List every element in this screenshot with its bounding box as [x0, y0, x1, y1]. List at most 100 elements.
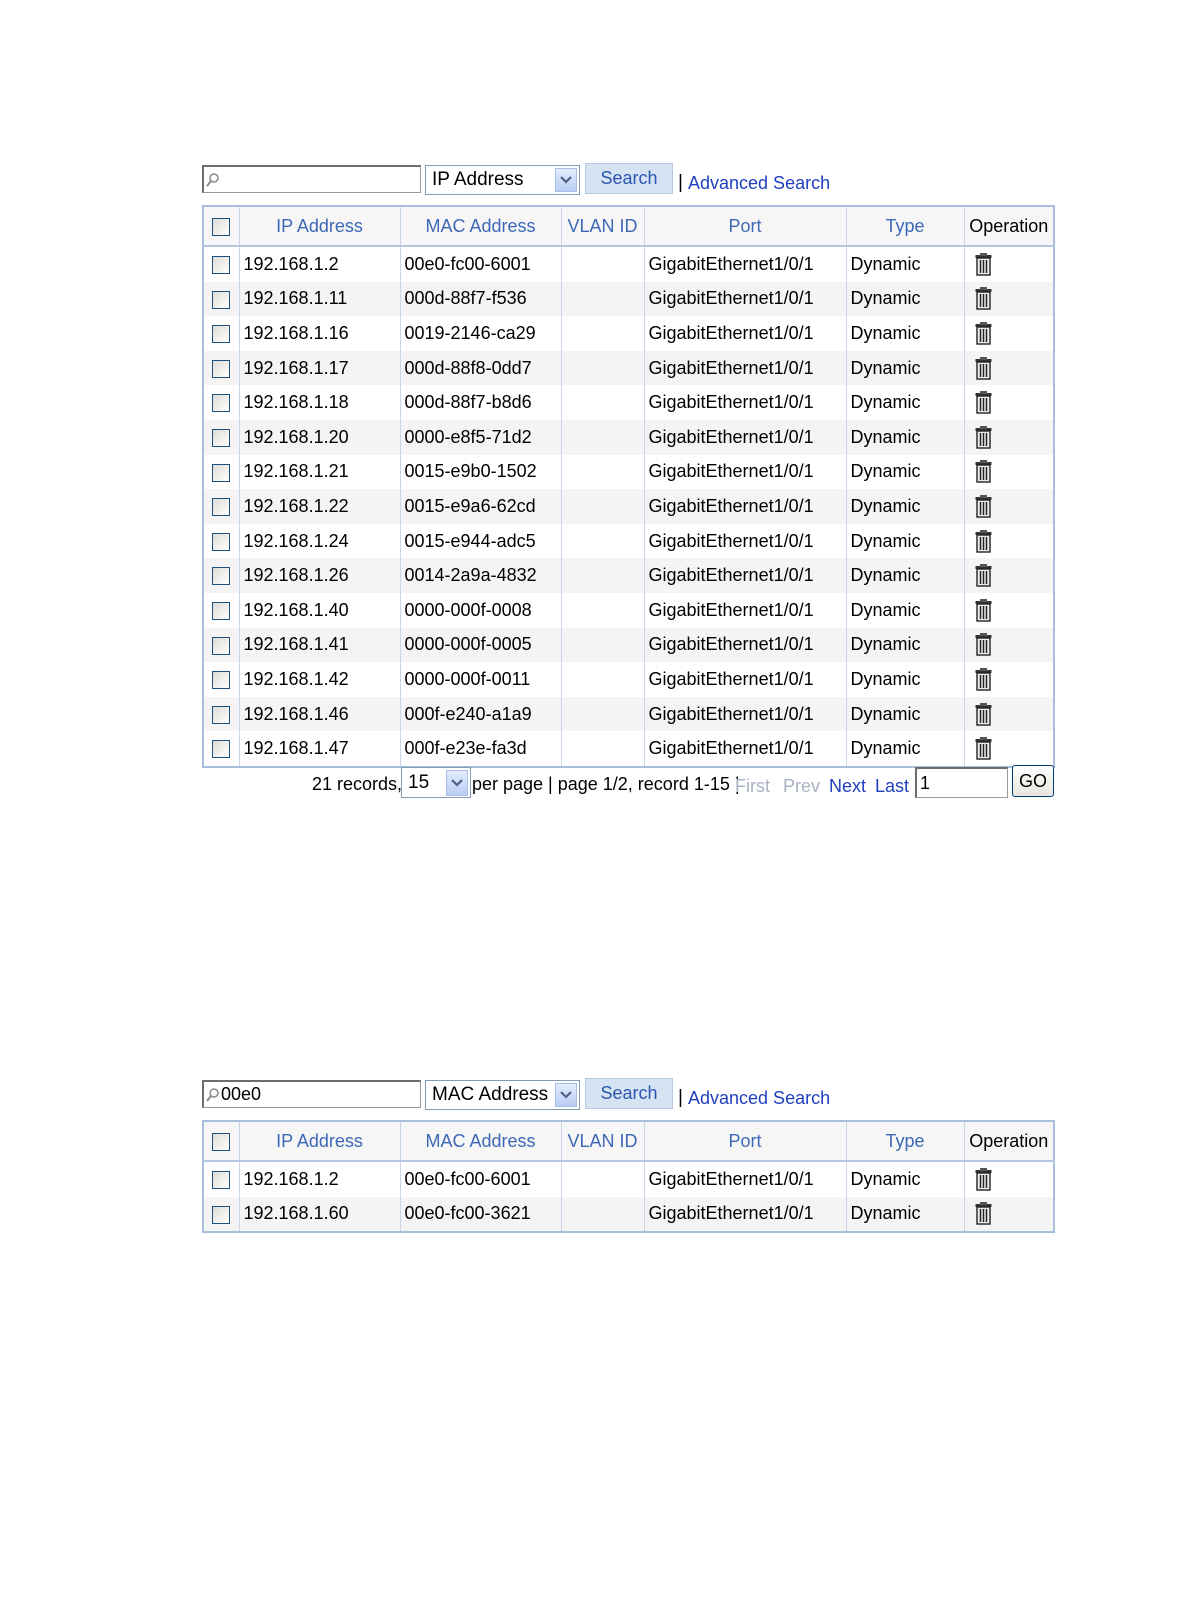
trash-icon[interactable]: [975, 1202, 1054, 1226]
type-cell: Dynamic: [846, 696, 965, 732]
column-header-ip[interactable]: IP Address: [239, 1121, 401, 1162]
row-checkbox[interactable]: [212, 256, 231, 275]
magnifier-icon: [206, 1087, 219, 1102]
chevron-down-icon[interactable]: [446, 769, 468, 796]
search-input-box[interactable]: [202, 165, 421, 193]
advanced-search-link[interactable]: Advanced Search: [688, 173, 830, 194]
table-row: 192.168.1.22 0015-e9a6-62cd GigabitEtherne…: [203, 489, 1055, 524]
column-header-type[interactable]: Type: [846, 206, 965, 247]
advanced-search-link[interactable]: Advanced Search: [688, 1088, 830, 1109]
vlan-id-cell: [561, 454, 645, 490]
trash-icon[interactable]: [975, 321, 1054, 345]
row-checkbox[interactable]: [212, 290, 231, 309]
operation-cell: [964, 558, 1055, 593]
row-checkbox[interactable]: [212, 463, 231, 482]
search-field-select[interactable]: IP Address: [425, 165, 580, 195]
trash-icon[interactable]: [975, 391, 1054, 414]
row-select-cell: [203, 523, 240, 559]
go-button[interactable]: GO: [1012, 765, 1054, 797]
row-checkbox[interactable]: [212, 394, 231, 413]
vlan-id-cell: [561, 419, 645, 455]
ip-address-cell: 192.168.1.26: [239, 558, 401, 593]
mac-address-cell: 000d-88f8-0dd7: [400, 350, 562, 386]
row-checkbox[interactable]: [212, 567, 231, 586]
row-checkbox[interactable]: [212, 671, 231, 690]
trash-icon[interactable]: [975, 252, 1054, 276]
port-cell: GigabitEthernet1/0/1: [644, 1196, 847, 1233]
row-checkbox[interactable]: [212, 601, 231, 620]
row-checkbox[interactable]: [212, 325, 231, 344]
column-header-ip[interactable]: IP Address: [239, 206, 401, 247]
row-checkbox[interactable]: [212, 1171, 231, 1190]
column-header-vlan[interactable]: VLAN ID: [561, 206, 645, 247]
trash-icon[interactable]: [975, 494, 1054, 518]
mac-address-cell: 00e0-fc00-6001: [400, 1161, 562, 1197]
next-page-link[interactable]: Next: [829, 776, 866, 797]
table-row: 192.168.1.24 0015-e944-adc5 GigabitEtherne…: [203, 523, 1055, 559]
mac-address-cell: 000d-88f7-b8d6: [400, 385, 562, 420]
ip-address-cell: 192.168.1.2: [239, 246, 401, 282]
row-checkbox[interactable]: [212, 532, 231, 551]
arp-table: IP Address MAC Address VLAN ID Port Type…: [202, 205, 1055, 768]
column-header-mac[interactable]: MAC Address: [400, 1121, 562, 1162]
type-cell: Dynamic: [846, 731, 965, 767]
trash-icon[interactable]: [975, 667, 1054, 691]
row-checkbox[interactable]: [212, 705, 231, 724]
vlan-id-cell: [561, 489, 645, 524]
trash-icon[interactable]: [975, 598, 1054, 622]
column-header-port[interactable]: Port: [644, 1121, 847, 1162]
operation-cell: [964, 489, 1055, 524]
vlan-id-cell: [561, 662, 645, 697]
trash-icon[interactable]: [975, 1167, 1054, 1191]
column-header-port[interactable]: Port: [644, 206, 847, 247]
column-header-vlan[interactable]: VLAN ID: [561, 1121, 645, 1162]
trash-icon[interactable]: [975, 529, 1054, 553]
trash-icon[interactable]: [975, 287, 1054, 311]
search-input-box[interactable]: [202, 1080, 421, 1108]
last-page-link[interactable]: Last: [875, 776, 909, 797]
vlan-id-cell: [561, 281, 645, 317]
row-checkbox[interactable]: [212, 359, 231, 378]
row-checkbox[interactable]: [212, 636, 231, 655]
row-checkbox[interactable]: [212, 1205, 231, 1224]
row-checkbox[interactable]: [212, 429, 231, 448]
row-checkbox[interactable]: [212, 740, 231, 759]
operation-cell: [964, 627, 1055, 663]
select-all-checkbox[interactable]: [212, 1132, 231, 1151]
port-cell: GigabitEthernet1/0/1: [644, 350, 847, 386]
type-cell: Dynamic: [846, 627, 965, 663]
trash-icon[interactable]: [975, 425, 1054, 449]
table-row: 192.168.1.18 000d-88f7-b8d6 GigabitEtherne…: [203, 385, 1055, 420]
row-select-cell: [203, 1196, 240, 1233]
row-checkbox[interactable]: [212, 498, 231, 517]
port-cell: GigabitEthernet1/0/1: [644, 592, 847, 628]
vlan-id-cell: [561, 316, 645, 351]
operation-cell: [964, 696, 1055, 732]
column-header-mac[interactable]: MAC Address: [400, 206, 562, 247]
per-page-select[interactable]: 15: [401, 767, 471, 798]
mac-address-cell: 0000-000f-0005: [400, 627, 562, 663]
search-button[interactable]: Search: [585, 1078, 673, 1109]
trash-icon[interactable]: [975, 737, 1054, 760]
search-input[interactable]: [220, 1084, 411, 1105]
search-button[interactable]: Search: [585, 163, 673, 194]
ip-address-cell: 192.168.1.46: [239, 696, 401, 732]
trash-icon[interactable]: [975, 702, 1054, 726]
page-number-input[interactable]: [915, 767, 1008, 798]
trash-icon[interactable]: [975, 564, 1054, 587]
column-header-type[interactable]: Type: [846, 1121, 965, 1162]
chevron-down-icon[interactable]: [555, 168, 577, 192]
search-field-select[interactable]: MAC Address: [425, 1080, 580, 1110]
mac-address-cell: 000f-e23e-fa3d: [400, 731, 562, 767]
first-page-link: First: [735, 776, 770, 796]
row-select-cell: [203, 592, 240, 628]
select-all-checkbox[interactable]: [212, 217, 231, 236]
trash-icon[interactable]: [975, 356, 1054, 380]
type-cell: Dynamic: [846, 662, 965, 697]
chevron-down-icon[interactable]: [555, 1083, 577, 1107]
search-input[interactable]: [220, 169, 411, 190]
trash-icon[interactable]: [975, 460, 1054, 484]
trash-icon[interactable]: [975, 633, 1054, 657]
vlan-id-cell: [561, 1196, 645, 1233]
port-cell: GigabitEthernet1/0/1: [644, 731, 847, 767]
